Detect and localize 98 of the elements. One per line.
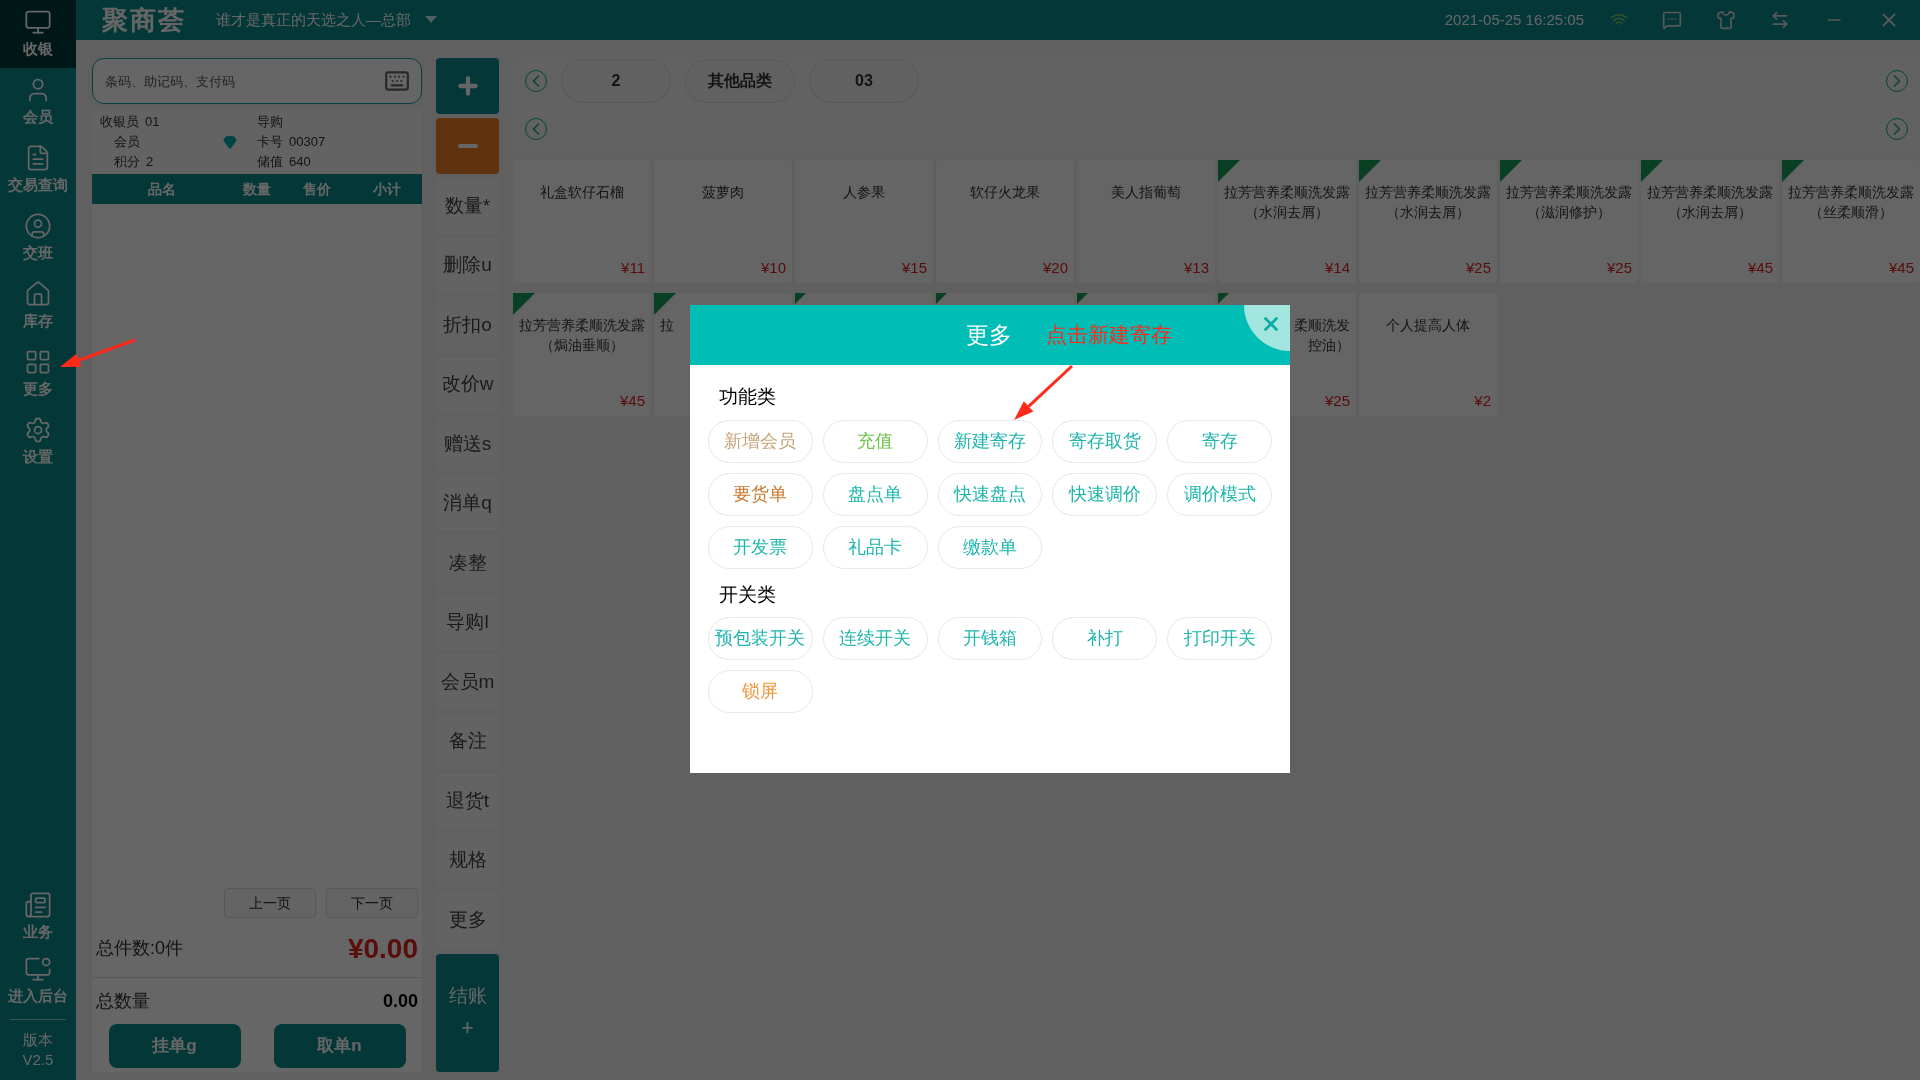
product-price: ¥25 [1606,257,1633,278]
product-price: ¥14 [1324,257,1351,278]
logo: 聚商荟 [102,3,186,37]
product-price: ¥45 [1747,257,1774,278]
modal-title: 更多 [966,320,1012,350]
product-card[interactable]: 菠萝肉 ¥10 [654,160,792,283]
annotation-arrow [1014,364,1074,420]
product-card[interactable]: 美人指葡萄 ¥13 [1077,160,1215,283]
info-value: 01 [145,113,160,131]
wifi-icon [1610,11,1628,29]
product-card[interactable]: 拉芳营养柔顺洗发露（水润去屑） ¥14 [1218,160,1356,283]
product-price: ¥25 [1465,257,1492,278]
version-number: V2.5 [22,1050,54,1070]
product-name: 拉芳营养柔顺洗发露（焗油垂顺） [518,316,646,355]
info-label: 卡号 [257,133,283,151]
keyboard-icon[interactable] [384,68,410,94]
column-header: 数量 [242,179,272,199]
product-card[interactable]: 拉芳营养柔顺洗发露（丝柔顺滑） ¥45 [1782,160,1920,283]
sidebar-item[interactable]: 交易查询 [0,136,76,204]
info-label: 会员 [114,133,140,151]
checkout-button[interactable]: 结账 + [436,953,499,1072]
product-name: 人参果 [842,183,886,202]
product-card[interactable]: 拉芳营养柔顺洗发露（水润去屑） ¥45 [1641,160,1779,283]
product-price: ¥2 [1474,390,1492,411]
product-card[interactable]: 软仔火龙果 ¥20 [936,160,1074,283]
house-icon [24,279,52,308]
product-name: 拉芳营养柔顺洗发露（水润去屑） [1364,183,1492,222]
product-card[interactable]: 拉芳营养柔顺洗发露（滋润修护） ¥25 [1500,160,1638,283]
sidebar-item[interactable]: 交班 [0,204,76,272]
product-name: 拉 [660,316,674,335]
category-tab[interactable]: 2 [561,59,671,103]
section-title: 开关类 [719,582,776,607]
caret-icon[interactable] [425,16,437,24]
info-label: 收银员 [100,113,139,131]
product-name: 美人指葡萄 [1110,183,1182,202]
chat-icon[interactable] [1662,10,1682,30]
version-label: 版本 [23,1030,53,1050]
shirt-icon[interactable] [1716,10,1736,30]
category-tab[interactable]: 其他品类 [685,59,795,103]
column-header: 小计 [372,179,402,199]
product-name: 拉芳营养柔顺洗发露（丝柔顺滑） [1787,183,1915,222]
sidebar-item[interactable]: 进入后台 [0,949,76,1013]
total-quantity: 0.00 [382,989,418,1013]
gem-icon [223,135,237,149]
footer-button[interactable]: 取单n [273,1024,406,1068]
product-name: 个人提高人体 [1385,316,1471,335]
datetime: 2021-05-25 16:25:05 [1444,9,1584,30]
sidebar-item[interactable]: 业务 [0,885,76,949]
product-card[interactable]: 拉芳营养柔顺洗发露（水润去屑） ¥25 [1359,160,1497,283]
minus-icon [457,144,478,148]
product-card[interactable]: 拉芳营养柔顺洗发露（焗油垂顺） ¥45 [513,293,651,416]
sidebar-item[interactable]: 收银 [0,0,76,68]
product-card[interactable]: 礼盒软仔石榴 ¥11 [513,160,651,283]
product-name: 菠萝肉 [701,183,745,202]
product-price: ¥45 [619,390,646,411]
minus-button[interactable] [436,118,499,174]
sidebar-item[interactable]: 会员 [0,68,76,136]
column-header: 售价 [302,179,332,199]
sidebar-item[interactable]: 库存 [0,272,76,340]
info-label: 储值 [257,153,283,171]
settings-icon [24,415,52,444]
total-count: 总件数:0件 [96,937,183,960]
product-name: 柔顺洗发控油） [1293,316,1350,355]
store-name: 谁才是真正的天选之人—总部 [216,9,411,30]
info-label: 积分 [114,153,140,171]
section-title: 功能类 [719,385,776,409]
column-header: 品名 [147,179,177,199]
sidebar-item[interactable]: 设置 [0,408,76,476]
pager-button[interactable]: 下一页 [326,888,418,918]
plus-button[interactable] [436,58,499,114]
product-name: 拉芳营养柔顺洗发露（水润去屑） [1646,183,1774,222]
info-value: 2 [146,153,154,171]
product-card[interactable]: 个人提高人体 ¥2 [1359,293,1497,416]
product-price: ¥15 [901,257,928,278]
product-price: ¥13 [1183,257,1210,278]
info-label: 导购 [257,113,283,131]
product-price: ¥20 [1042,257,1069,278]
product-name: 礼盒软仔石榴 [539,183,625,202]
user-circle-icon [24,211,52,240]
pager-button[interactable]: 上一页 [224,888,316,918]
product-name: 软仔火龙果 [969,183,1041,202]
search-field[interactable]: 条码、助记码、支付码 [92,58,422,104]
category-tab[interactable]: 03 [809,59,919,103]
product-price: ¥11 [621,257,646,278]
product-price: ¥25 [1324,390,1351,411]
product-name: 拉芳营养柔顺洗发露（水润去屑） [1223,183,1351,222]
product-card[interactable]: 人参果 ¥15 [795,160,933,283]
newspaper-icon [24,890,52,919]
info-value: 00307 [289,133,326,151]
swap-icon[interactable] [1770,10,1790,30]
total-amount: ¥0.00 [347,931,418,966]
total-quantity-label: 总数量 [96,989,150,1013]
info-value: 640 [289,153,311,171]
product-name: 拉芳营养柔顺洗发露（滋润修护） [1505,183,1633,222]
annotation-text: 点击新建寄存 [1046,322,1172,349]
product-price: ¥45 [1888,257,1915,278]
product-price: ¥10 [760,257,787,278]
footer-button[interactable]: 挂单g [108,1024,241,1068]
